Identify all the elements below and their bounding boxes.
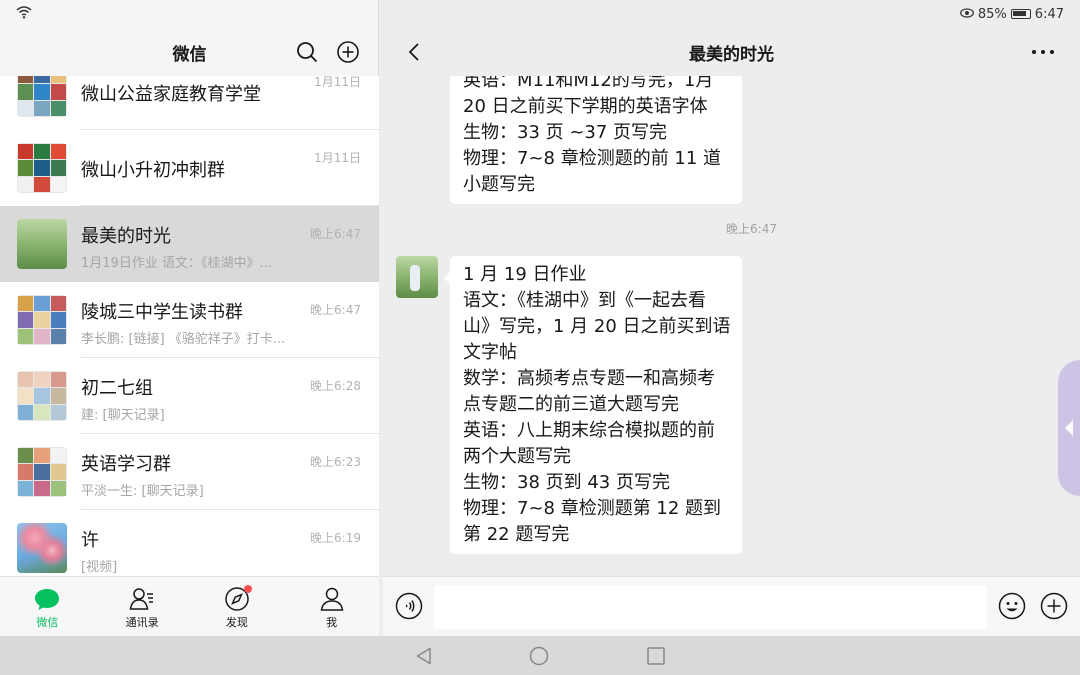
chat-avatar (17, 143, 67, 193)
recents-square-icon[interactable] (646, 646, 666, 666)
clock: 6:47 (1034, 6, 1064, 22)
nav-tab-me[interactable]: 我 (284, 577, 379, 636)
contacts-icon (129, 588, 154, 610)
nav-label-discover: 发现 (225, 616, 248, 629)
chat-list-item[interactable]: 初二七组建: [聊天记录] 晚上6:28 (0, 358, 379, 434)
conversation-panel: 最美的时光 英语：M11和M12的写完，1月 20 日之前买下学期的英语字体 生物：… (383, 0, 1080, 636)
bottom-nav: 微信 通讯录 发现 我 (0, 576, 379, 636)
status-indicators: 85% 6:47 (959, 6, 1064, 22)
home-circle-icon[interactable] (529, 646, 549, 666)
chat-time: 晚上6:23 (310, 455, 361, 469)
add-circle-icon[interactable] (336, 40, 360, 64)
more-functions-icon[interactable] (1040, 592, 1068, 620)
chat-name: 英语学习群 (81, 454, 171, 475)
chat-list-item[interactable]: 微山公益家庭教育学堂 1月11日 (0, 76, 379, 130)
chat-list: 微山公益家庭教育学堂 1月11日微山小升初冲刺群 1月11日最美的时光 1月19日作业… (0, 76, 379, 576)
side-panel-handle[interactable] (1058, 360, 1080, 496)
message-input[interactable] (434, 585, 987, 629)
message-text-line: 20 日之前买下学期的英语字体 (463, 96, 708, 117)
chat-list-item[interactable]: 最美的时光 1月19日作业 语文：《桂湖中》... 晚上6:47 (0, 206, 379, 282)
chat-name: 许 (81, 530, 99, 551)
message-text-line: 生物：33 页 ~37 页写完 (463, 122, 668, 143)
chat-list-item[interactable]: 英语学习群平淡一生: [聊天记录] 晚上6:23 (0, 434, 379, 510)
message-text-line: 山》写完，1 月 20 日之前买到语 (463, 316, 731, 337)
chat-time: 晚上6:28 (310, 379, 361, 393)
chat-preview: 平淡一生: [聊天记录] (81, 484, 204, 499)
message-timestamp: 晚上6:47 (726, 222, 777, 236)
voice-input-icon[interactable] (395, 592, 423, 620)
message-text-line: 生物：38 页到 43 页写完 (463, 472, 670, 493)
chat-list-item[interactable]: 许 [视频] 晚上6:19 (0, 510, 379, 576)
chat-avatar (17, 76, 67, 117)
chat-avatar (17, 295, 67, 345)
chat-time: 晚上6:47 (310, 303, 361, 317)
chat-time: 1月11日 (314, 151, 361, 165)
nav-label-contacts: 通讯录 (125, 616, 159, 629)
input-bar (383, 576, 1080, 636)
chat-list-item[interactable]: 微山小升初冲刺群 1月11日 (0, 130, 379, 206)
app-title: 微信 (172, 44, 207, 65)
battery-percent: 85% (977, 6, 1007, 22)
chat-time: 晚上6:19 (310, 531, 361, 545)
message-text-line: 英语：M11和M12的写完，1月 (463, 76, 714, 91)
conversation-title: 最美的时光 (689, 44, 774, 65)
chat-name: 最美的时光 (81, 226, 171, 247)
sender-avatar[interactable] (396, 256, 438, 298)
chat-list-header: 微信 (0, 28, 379, 76)
message-area: 英语：M11和M12的写完，1月 20 日之前买下学期的英语字体 生物：33 页 ~… (383, 76, 1080, 576)
chat-preview: [视频] (81, 560, 118, 575)
back-triangle-icon[interactable] (414, 646, 434, 666)
message-text-line: 两个大题写完 (463, 446, 571, 467)
nav-tab-discover[interactable]: 发现 (190, 577, 285, 636)
battery-icon (1010, 9, 1031, 19)
search-icon[interactable] (295, 40, 319, 64)
conversation-header: 最美的时光 (383, 28, 1080, 76)
message-text-line: 第 22 题写完 (463, 524, 570, 545)
message-text-line: 点专题二的前三道大题写完 (463, 394, 679, 415)
chat-preview: 建: [聊天记录] (81, 408, 165, 423)
notification-badge (243, 585, 252, 593)
chat-name: 初二七组 (81, 378, 153, 399)
chat-name: 陵城三中学生读书群 (81, 302, 243, 323)
message-text-line: 小题写完 (463, 174, 535, 195)
status-bar: 85% 6:47 (0, 0, 1080, 28)
person-icon (320, 587, 343, 611)
message-text-line: 物理：7~8 章检测题的前 11 道 (463, 148, 722, 169)
chat-avatar (17, 523, 67, 573)
nav-tab-contacts[interactable]: 通讯录 (95, 577, 190, 636)
chat-time: 晚上6:47 (310, 227, 361, 241)
system-navigation-bar (0, 636, 1080, 675)
wifi-icon (16, 5, 32, 23)
message-text-line: 1 月 19 日作业 (463, 264, 587, 285)
eye-icon (959, 7, 974, 22)
nav-label-chats: 微信 (36, 616, 59, 629)
chat-preview: 1月19日作业 语文：《桂湖中》... (81, 256, 272, 271)
message-text-line: 数学：高频考点专题一和高频考 (463, 368, 715, 389)
nav-label-me: 我 (326, 616, 338, 629)
chat-avatar (17, 371, 67, 421)
message-text-line: 文字帖 (463, 342, 517, 363)
message-bubble[interactable]: 1 月 19 日作业语文：《桂湖中》到《一起去看山》写完，1 月 20 日之前买… (444, 256, 742, 554)
chat-bubble-icon (35, 589, 60, 610)
message-text-line: 物理：7~8 章检测题第 12 题到 (463, 498, 722, 519)
chat-time: 1月11日 (314, 76, 361, 89)
chat-avatar (17, 447, 67, 497)
message-text-line: 语文：《桂湖中》到《一起去看 (463, 290, 706, 311)
nav-tab-chats[interactable]: 微信 (0, 577, 95, 636)
chat-preview: 李长鹏: [链接] 《骆驼祥子》打卡... (81, 332, 286, 347)
chat-list-item[interactable]: 陵城三中学生读书群李长鹏: [链接] 《骆驼祥子》打卡... 晚上6:47 (0, 282, 379, 358)
chat-name: 微山公益家庭教育学堂 (81, 84, 261, 105)
back-arrow-icon[interactable] (403, 40, 427, 64)
more-options-icon[interactable] (1032, 50, 1054, 56)
message-bubble[interactable]: 英语：M11和M12的写完，1月 20 日之前买下学期的英语字体 生物：33 页 ~… (450, 76, 742, 204)
chat-name: 微山小升初冲刺群 (81, 160, 225, 181)
chat-avatar (17, 219, 67, 269)
message-text-line: 英语：八上期末综合模拟题的前 (463, 420, 715, 441)
emoji-icon[interactable] (998, 592, 1026, 620)
chat-list-panel: 微信 微山公益家庭教育学堂 1月11日微山小升初冲刺群 1月11日最美的时光 1月19… (0, 0, 379, 636)
